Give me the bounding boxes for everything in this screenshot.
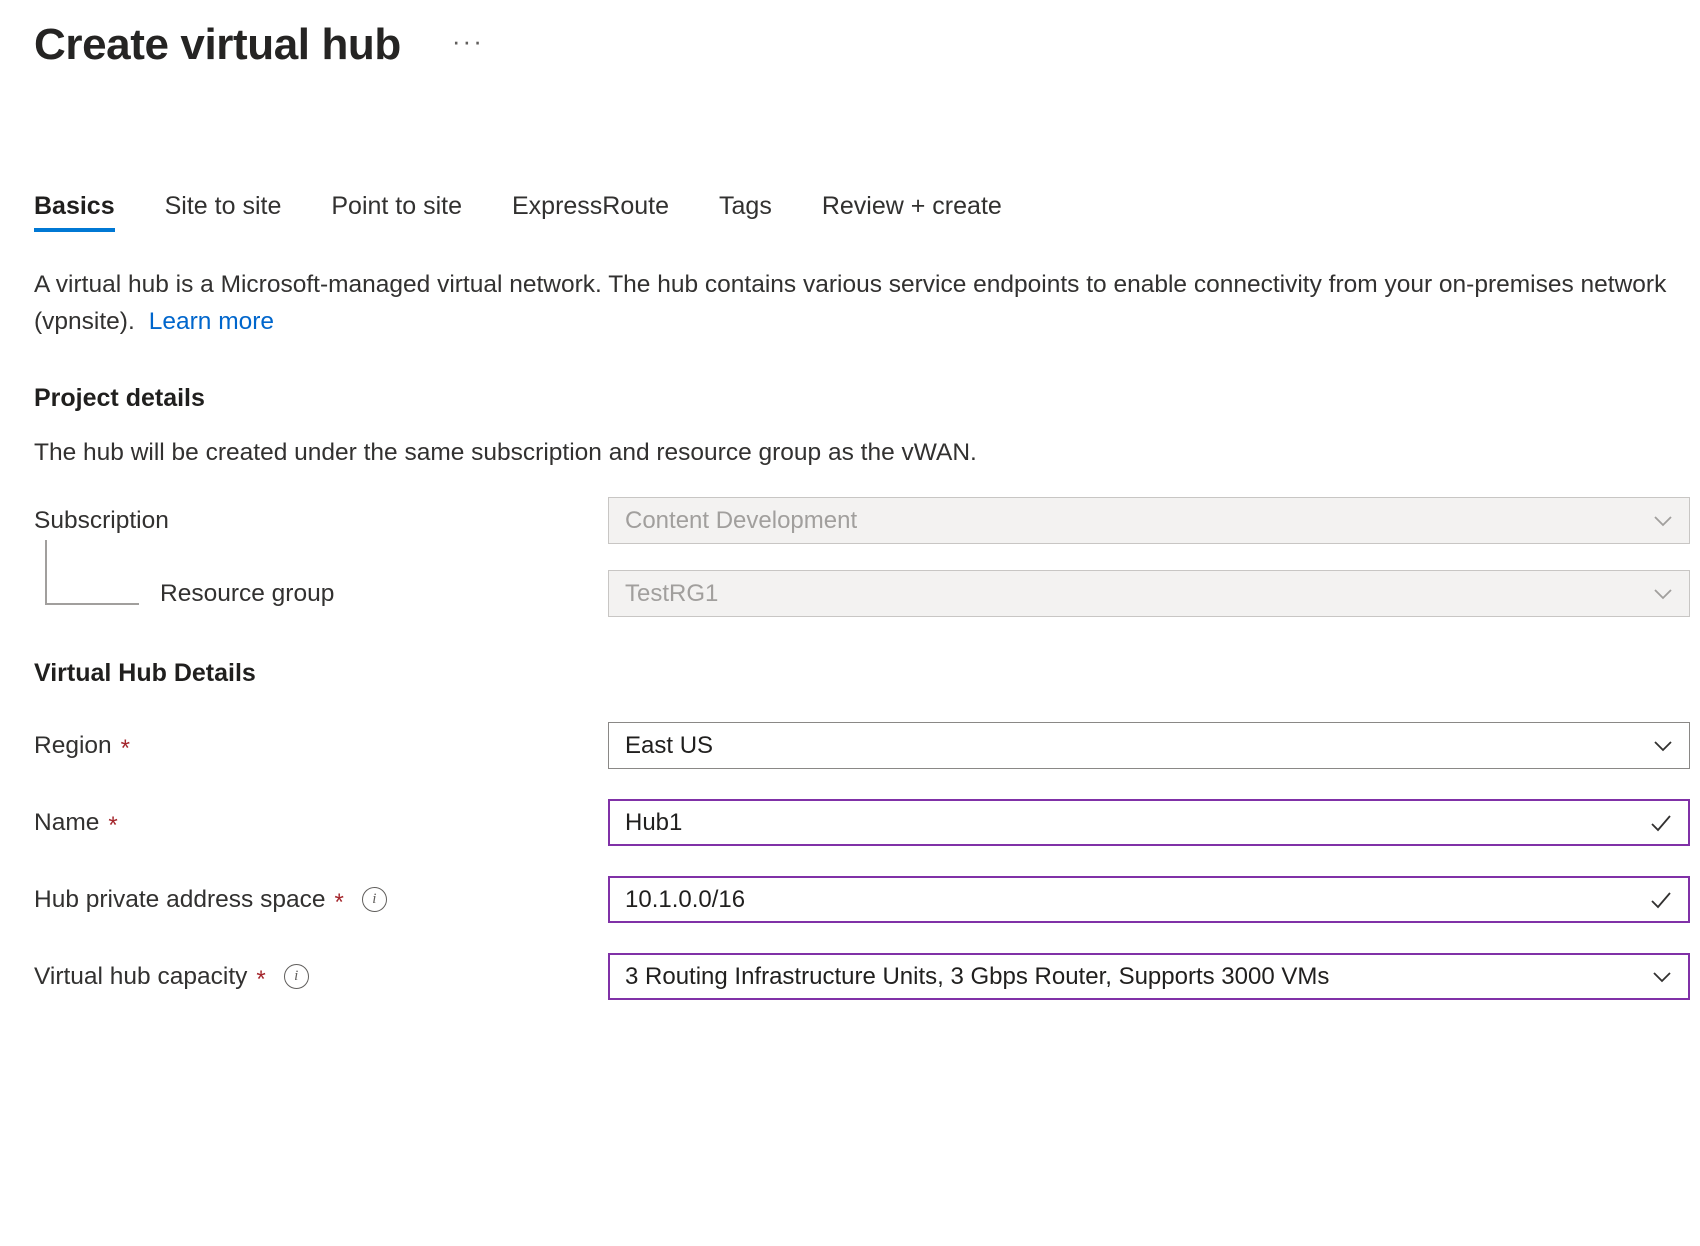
- address-space-value: 10.1.0.0/16: [625, 886, 745, 914]
- chevron-down-icon: [1652, 510, 1674, 532]
- chevron-down-icon: [1652, 583, 1674, 605]
- project-details-heading: Project details: [34, 384, 1700, 413]
- tab-expressroute[interactable]: ExpressRoute: [512, 192, 669, 232]
- capacity-required-asterisk: *: [256, 968, 265, 992]
- tab-review-create[interactable]: Review + create: [822, 192, 1002, 232]
- learn-more-link[interactable]: Learn more: [149, 308, 274, 335]
- tree-connector-icon: [45, 540, 139, 605]
- virtual-hub-capacity-row: Virtual hub capacity * i 3 Routing Infra…: [34, 953, 1700, 1000]
- tab-tags[interactable]: Tags: [719, 192, 772, 232]
- blade-description: A virtual hub is a Microsoft-managed vir…: [34, 266, 1674, 340]
- chevron-down-icon: [1651, 966, 1673, 988]
- tab-site-to-site[interactable]: Site to site: [165, 192, 282, 232]
- capacity-label: Virtual hub capacity: [34, 963, 247, 991]
- info-icon[interactable]: i: [284, 964, 309, 989]
- capacity-dropdown[interactable]: 3 Routing Infrastructure Units, 3 Gbps R…: [608, 953, 1690, 1000]
- chevron-down-icon: [1652, 735, 1674, 757]
- address-space-label-cell: Hub private address space * i: [34, 886, 608, 914]
- name-row: Name * Hub1: [34, 799, 1700, 846]
- virtual-hub-details-form: Region * East US Name * Hub1: [34, 722, 1700, 1000]
- capacity-value: 3 Routing Infrastructure Units, 3 Gbps R…: [625, 963, 1329, 991]
- hub-private-address-space-row: Hub private address space * i 10.1.0.0/1…: [34, 876, 1700, 923]
- valid-check-icon: [1649, 888, 1673, 912]
- region-required-asterisk: *: [121, 737, 130, 761]
- name-required-asterisk: *: [108, 814, 117, 838]
- name-label: Name: [34, 809, 99, 837]
- create-virtual-hub-blade: Create virtual hub ··· Basics Site to si…: [0, 0, 1700, 1246]
- info-icon[interactable]: i: [362, 887, 387, 912]
- region-value: East US: [625, 732, 713, 760]
- project-details-subtext: The hub will be created under the same s…: [34, 439, 1700, 467]
- address-space-required-asterisk: *: [334, 891, 343, 915]
- page-title: Create virtual hub: [34, 22, 401, 68]
- subscription-label: Subscription: [34, 507, 169, 535]
- resource-group-label: Resource group: [160, 580, 334, 608]
- subscription-row: Subscription Content Development: [34, 497, 1700, 544]
- tab-point-to-site[interactable]: Point to site: [331, 192, 462, 232]
- resource-group-value: TestRG1: [625, 580, 718, 608]
- description-text: A virtual hub is a Microsoft-managed vir…: [34, 271, 1666, 335]
- subscription-value: Content Development: [625, 507, 857, 535]
- address-space-label: Hub private address space: [34, 886, 325, 914]
- region-dropdown[interactable]: East US: [608, 722, 1690, 769]
- resource-group-label-cell: Resource group: [34, 580, 608, 608]
- blade-header: Create virtual hub ···: [34, 0, 1700, 72]
- resource-group-row: Resource group TestRG1: [34, 570, 1700, 617]
- subscription-dropdown[interactable]: Content Development: [608, 497, 1690, 544]
- resource-group-dropdown[interactable]: TestRG1: [608, 570, 1690, 617]
- name-value: Hub1: [625, 809, 682, 837]
- address-space-input[interactable]: 10.1.0.0/16: [608, 876, 1690, 923]
- region-row: Region * East US: [34, 722, 1700, 769]
- name-input[interactable]: Hub1: [608, 799, 1690, 846]
- region-label-cell: Region *: [34, 732, 608, 760]
- virtual-hub-details-heading: Virtual Hub Details: [34, 659, 1700, 688]
- region-label: Region: [34, 732, 112, 760]
- tab-basics[interactable]: Basics: [34, 192, 115, 232]
- valid-check-icon: [1649, 811, 1673, 835]
- capacity-label-cell: Virtual hub capacity * i: [34, 963, 608, 991]
- name-label-cell: Name *: [34, 809, 608, 837]
- more-options-icon[interactable]: ···: [446, 30, 490, 60]
- project-details-form: Subscription Content Development Resourc…: [34, 497, 1700, 617]
- tab-list: Basics Site to site Point to site Expres…: [34, 188, 1700, 232]
- subscription-label-cell: Subscription: [34, 507, 608, 535]
